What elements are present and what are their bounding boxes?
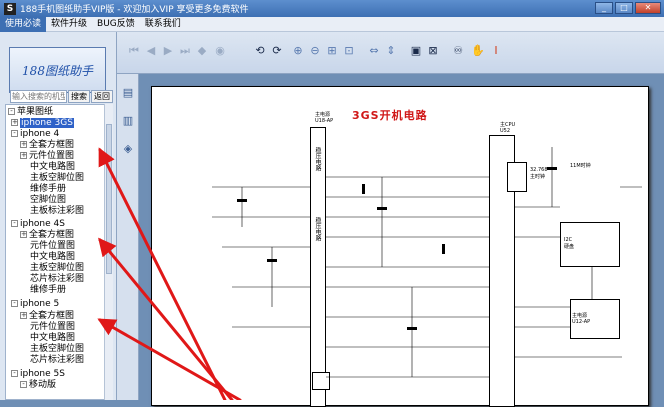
first-page-icon[interactable]: ⏮ bbox=[127, 44, 141, 58]
collapse-icon[interactable]: - bbox=[20, 381, 27, 388]
tree-node-iphone4[interactable]: - iphone 4 bbox=[11, 129, 59, 140]
rotate-icon[interactable]: ◉ bbox=[213, 44, 227, 58]
tree-label: iphone 4S bbox=[20, 219, 65, 229]
fit-width-icon[interactable]: ⇔ bbox=[367, 44, 381, 58]
tree-node-iphone5[interactable]: - iphone 5 bbox=[11, 299, 59, 310]
tree-item[interactable]: 中文电路图 bbox=[30, 252, 75, 263]
collapse-icon[interactable]: - bbox=[11, 300, 18, 307]
tree-item[interactable]: 中文电路图 bbox=[30, 333, 75, 344]
tree-label: 移动版 bbox=[29, 380, 57, 390]
menu-item-bug-report[interactable]: BUG反馈 bbox=[92, 17, 140, 32]
app-logo: 188图纸助手 bbox=[9, 47, 106, 93]
zoom-area-icon[interactable]: ⊡ bbox=[342, 44, 356, 58]
window-title: 188手机图纸助手VIP版 - 欢迎加入VIP 享受更多免费软件 bbox=[20, 5, 249, 15]
scrollbar-thumb[interactable] bbox=[106, 124, 112, 274]
tree-item[interactable]: + 全套方框图 bbox=[20, 311, 74, 322]
rotate-left-icon[interactable]: ⟲ bbox=[253, 44, 267, 58]
tree-label: 全套方框图 bbox=[29, 140, 75, 150]
window-controls: _ □ ✕ bbox=[595, 2, 661, 14]
tree-label: 元件位置图 bbox=[29, 151, 75, 161]
tree-label: 全套方框图 bbox=[29, 311, 75, 321]
schematic-page: 3GS开机电路 主电源 U18-AP 稳压电路 稳压电路 主CPU U52 32… bbox=[151, 86, 649, 407]
document-canvas[interactable]: 3GS开机电路 主电源 U18-AP 稳压电路 稳压电路 主CPU U52 32… bbox=[139, 74, 664, 407]
tree-label-selected: iphone 3GS bbox=[20, 118, 74, 128]
tree-item[interactable]: 主板空脚位图 bbox=[30, 344, 84, 355]
search-input[interactable] bbox=[10, 90, 67, 103]
menu-item-upgrade[interactable]: 软件升级 bbox=[46, 17, 92, 32]
tree-label: iphone 4 bbox=[20, 129, 60, 139]
search-button[interactable]: 搜索 bbox=[68, 90, 90, 103]
prev-page-icon[interactable]: ◀ bbox=[144, 44, 158, 58]
back-button[interactable]: 返回 bbox=[91, 90, 113, 103]
schematic-wiring bbox=[212, 147, 642, 378]
bookmarks-icon[interactable]: ▥ bbox=[121, 114, 135, 128]
menu-item-readme[interactable]: 使用必读 bbox=[0, 16, 47, 32]
rotate-right-icon[interactable]: ⟳ bbox=[270, 44, 284, 58]
last-page-icon[interactable]: ⏭ bbox=[178, 44, 192, 58]
tree-item[interactable]: + 元件位置图 bbox=[20, 151, 74, 162]
hand-tool-icon[interactable]: ✋ bbox=[471, 44, 485, 58]
zoom-in-icon[interactable]: ⊕ bbox=[291, 44, 305, 58]
search-row: 搜索 返回 bbox=[10, 90, 113, 103]
model-tree: - 苹果图纸 + iphone 3GS - iphone 4 + 全套方框图 + 元件位置… bbox=[5, 104, 105, 400]
collapse-icon[interactable]: - bbox=[11, 220, 18, 227]
actual-size-icon[interactable]: ⊠ bbox=[426, 44, 440, 58]
thumbnails-icon[interactable]: ▤ bbox=[121, 86, 135, 100]
tree-scrollbar[interactable] bbox=[104, 104, 113, 400]
goto-page-icon[interactable]: ◆ bbox=[195, 44, 209, 58]
collapse-icon[interactable]: - bbox=[11, 130, 18, 137]
minimize-icon[interactable]: _ bbox=[595, 2, 613, 14]
tree-item[interactable]: 中文电路图 bbox=[30, 162, 75, 173]
tree-item[interactable]: 主板空脚位图 bbox=[30, 173, 84, 184]
tree-label: iphone 5 bbox=[20, 299, 60, 309]
side-tool-strip: ▤ ▥ ◈ bbox=[117, 74, 139, 400]
tree-item[interactable]: 元件位置图 bbox=[30, 241, 75, 252]
zoom-rect-icon[interactable]: ⊞ bbox=[325, 44, 339, 58]
tree-item[interactable]: 空脚位图 bbox=[30, 195, 66, 206]
fit-height-icon[interactable]: ⇕ bbox=[384, 44, 398, 58]
tree-item[interactable]: + 全套方框图 bbox=[20, 230, 74, 241]
maximize-icon[interactable]: □ bbox=[615, 2, 633, 14]
expand-icon[interactable]: + bbox=[11, 119, 18, 126]
tree-node-iphone5s[interactable]: - iphone 5S bbox=[11, 369, 65, 380]
tree-label: 苹果图纸 bbox=[17, 107, 54, 117]
fit-page-icon[interactable]: ▣ bbox=[409, 44, 423, 58]
tree-item[interactable]: 维修手册 bbox=[30, 285, 66, 296]
next-page-icon[interactable]: ▶ bbox=[161, 44, 175, 58]
app-icon: S bbox=[4, 2, 16, 15]
close-icon[interactable]: ✕ bbox=[635, 2, 661, 14]
tree-label: iphone 5S bbox=[20, 369, 65, 379]
expand-icon[interactable]: + bbox=[20, 152, 27, 159]
collapse-icon[interactable]: - bbox=[11, 370, 18, 377]
expand-icon[interactable]: + bbox=[20, 231, 27, 238]
menu-bar: 使用必读 软件升级 BUG反馈 联系我们 bbox=[0, 16, 664, 32]
layers-icon[interactable]: ◈ bbox=[121, 142, 135, 156]
viewer-toolbar: ⏮ ◀ ▶ ⏭ ◆ ◉ ⟲ ⟳ ⊕ ⊖ ⊞ ⊡ ⇔ ⇕ ▣ ⊠ ♾ ✋ Ⅰ bbox=[117, 32, 664, 74]
tree-node-iphone4s[interactable]: - iphone 4S bbox=[11, 219, 65, 230]
expand-icon[interactable]: + bbox=[20, 141, 27, 148]
menu-item-contact[interactable]: 联系我们 bbox=[140, 17, 186, 32]
tree-item[interactable]: 主板空脚位图 bbox=[30, 263, 84, 274]
tree-item[interactable]: 元件位置图 bbox=[30, 322, 75, 333]
tree-label: 全套方框图 bbox=[29, 230, 75, 240]
tree-item[interactable]: 芯片标注彩图 bbox=[30, 274, 84, 285]
expand-icon[interactable]: + bbox=[20, 312, 27, 319]
collapse-icon[interactable]: - bbox=[8, 108, 15, 115]
tree-item[interactable]: 维修手册 bbox=[30, 184, 66, 195]
tree-item[interactable]: 芯片标注彩图 bbox=[30, 355, 84, 366]
zoom-out-icon[interactable]: ⊖ bbox=[308, 44, 322, 58]
tree-item[interactable]: 主板标注彩图 bbox=[30, 206, 84, 217]
tree-item[interactable]: + 全套方框图 bbox=[20, 140, 74, 151]
title-bar: S 188手机图纸助手VIP版 - 欢迎加入VIP 享受更多免费软件 _ □ ✕ bbox=[0, 0, 664, 17]
tree-item[interactable]: - 移动版 bbox=[20, 380, 56, 391]
text-select-icon[interactable]: Ⅰ bbox=[489, 44, 503, 58]
tree-node-apple[interactable]: - 苹果图纸 bbox=[8, 107, 53, 118]
tree-node-iphone3gs[interactable]: + iphone 3GS bbox=[11, 118, 74, 129]
find-icon[interactable]: ♾ bbox=[451, 44, 465, 58]
